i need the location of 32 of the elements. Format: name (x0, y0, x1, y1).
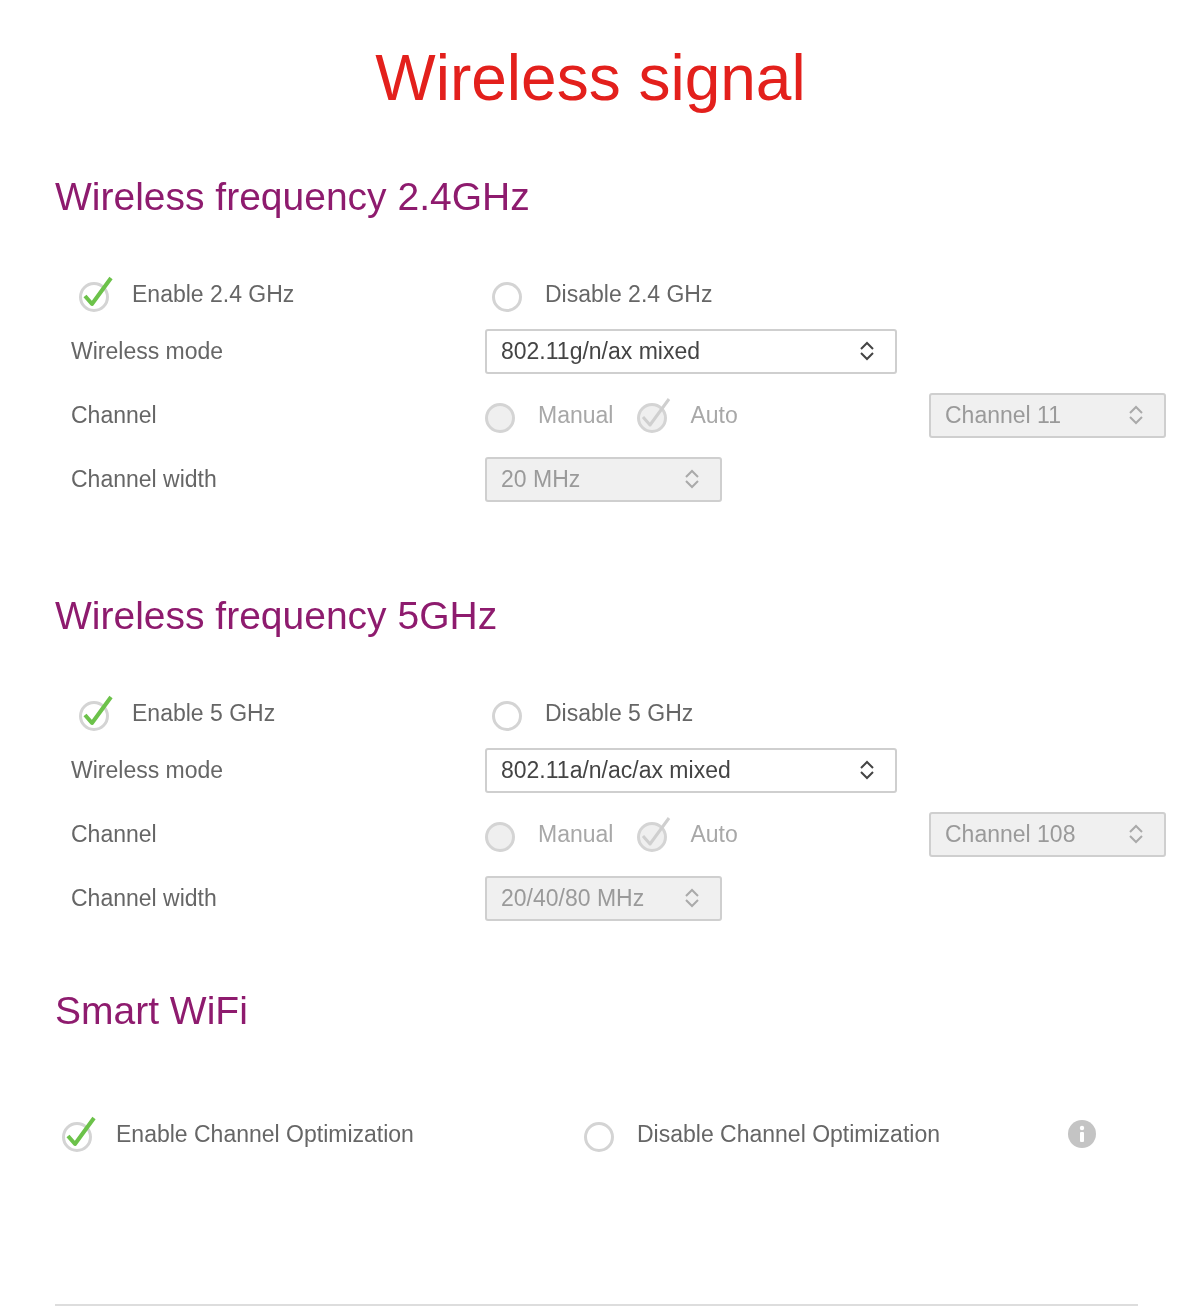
option-label: Enable Channel Optimization (116, 1120, 414, 1148)
option-label: Auto (690, 820, 738, 848)
field-label: Channel width (71, 465, 218, 493)
option-label: Enable 2.4 GHz (132, 280, 295, 308)
info-icon[interactable] (1068, 1120, 1096, 1148)
caret-icon (684, 469, 700, 489)
field-label: Channel width (71, 884, 218, 912)
caret-icon (1128, 405, 1144, 425)
option-label: Manual (538, 820, 614, 848)
caret-icon (859, 760, 875, 780)
field-label: Channel (71, 820, 158, 848)
radio-button[interactable] (79, 694, 115, 732)
page-title: Wireless signal (374, 41, 807, 116)
field-label: Wireless mode (71, 756, 225, 784)
section-heading: Wireless frequency 5GHz (55, 593, 499, 639)
option-label: Disable Channel Optimization (637, 1120, 940, 1148)
option-label: Disable 5 GHz (545, 699, 694, 727)
caret-icon (1128, 824, 1144, 844)
caret-icon (859, 341, 875, 361)
option-label: Enable 5 GHz (132, 699, 276, 727)
caret-icon (684, 888, 701, 908)
field-label: Channel (71, 401, 158, 429)
radio-button[interactable] (62, 1115, 98, 1153)
option-label: Manual (538, 401, 614, 429)
section-heading: Smart WiFi (55, 988, 249, 1034)
select-field[interactable]: 802.11g/n/ax mixed (485, 328, 897, 374)
field-label: Wireless mode (71, 337, 225, 365)
section-heading: Wireless frequency 2.4GHz (55, 174, 531, 220)
option-label: Disable 2.4 GHz (545, 280, 713, 308)
option-label: Auto (690, 401, 738, 429)
select-field[interactable]: 802.11a/n/ac/ax mixed (485, 747, 897, 793)
radio-button[interactable] (79, 275, 115, 313)
